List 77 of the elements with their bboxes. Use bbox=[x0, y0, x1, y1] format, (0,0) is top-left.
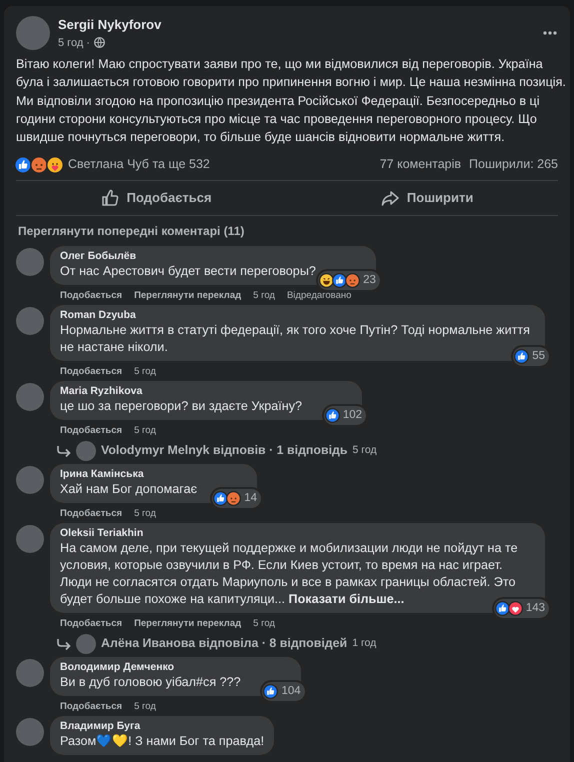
comment-text: На самом деле, при текущей поддержке и мобилизации люди не пойдут на те условия, которые озвучили в РФ. Если Киев устоит, то время на нас играет. Люди не согласятся отдать Мариуполь и все в рамках границы областей. Это будет больше похоже на капитуляци... Показати більше... bbox=[60, 540, 519, 608]
like-reaction-icon bbox=[263, 684, 278, 699]
author-name[interactable]: Sergii Nykyforov bbox=[58, 15, 534, 34]
commenter-avatar[interactable] bbox=[16, 658, 44, 687]
reaction-number: 14 bbox=[244, 490, 257, 506]
like-reaction-icon bbox=[213, 490, 228, 506]
like-link[interactable]: Подобається bbox=[60, 290, 122, 302]
see-translation-link[interactable]: Переглянути переклад bbox=[134, 618, 242, 630]
like-link[interactable]: Подобається bbox=[60, 508, 122, 520]
comment-time[interactable]: 5 год bbox=[134, 700, 156, 713]
commenter-name[interactable]: Roman Dzyuba bbox=[60, 308, 531, 322]
commenter-avatar[interactable] bbox=[16, 248, 44, 276]
commenter-name[interactable]: Олег Бобылёв bbox=[60, 250, 316, 263]
like-button[interactable]: Подобається bbox=[90, 184, 222, 212]
commenter-avatar[interactable] bbox=[16, 382, 44, 411]
comment-time[interactable]: 5 год bbox=[134, 366, 156, 378]
commenter-avatar[interactable] bbox=[16, 718, 44, 746]
hugging-reaction-icon bbox=[46, 156, 64, 174]
like-link[interactable]: Подобається bbox=[60, 700, 122, 713]
like-reaction-icon bbox=[494, 600, 510, 616]
globe-icon bbox=[94, 37, 105, 48]
angry-reaction-icon bbox=[30, 156, 48, 174]
share-button[interactable]: Поширити bbox=[370, 184, 484, 212]
share-arrow-icon bbox=[380, 188, 399, 207]
reactors-link[interactable]: Светлана Чуб та ще 532 bbox=[68, 155, 210, 174]
commenter-name[interactable]: Володимир Демченко bbox=[60, 660, 241, 674]
replies-link[interactable]: Алёна Иванова відповіла · 8 відповідей bbox=[101, 634, 348, 654]
commenter-name[interactable]: Ірина Камінська bbox=[60, 468, 197, 481]
heart-reaction-icon bbox=[508, 600, 523, 616]
avatar[interactable] bbox=[16, 16, 50, 50]
reply-time: 5 год bbox=[352, 442, 377, 458]
comment-text: От нас Арестович будет вести переговоры? bbox=[60, 262, 316, 280]
angry-reaction-icon bbox=[226, 490, 242, 506]
comment-text: Ви в дуб головою уібал#ся ??? bbox=[60, 674, 241, 691]
post-time[interactable]: 5 год · bbox=[58, 34, 90, 51]
like-reaction-icon bbox=[14, 156, 32, 174]
post-text: Вітаю колеги! Маю спростувати заяви про те, що ми відмовилися від переговорів. Україна була і залишається готовою говорити про припинення вогню і мир. Це наша незмінна позиція. Ми відповіли згодою на пропозицію президента Російської Федерації. Безпосередньо в ці години сторони консультуються про місце та час проведення переговорного процесу. Що швидше почнуться переговори, то більше буде шансів відновити нормальне життя. bbox=[15, 56, 567, 146]
reply-arrow-icon bbox=[56, 444, 71, 458]
replies-link[interactable]: Volodymyr Melnyk відповів · 1 відповідь bbox=[101, 441, 348, 460]
edited-label: Відредаговано bbox=[286, 290, 352, 302]
comment-time[interactable]: 5 год bbox=[134, 508, 156, 520]
like-link[interactable]: Подобається bbox=[60, 424, 122, 437]
reply-avatar bbox=[76, 440, 96, 461]
comment-time[interactable]: 5 год bbox=[134, 424, 156, 437]
thumbs-up-icon bbox=[100, 188, 119, 207]
like-reaction-icon bbox=[514, 348, 530, 364]
commenter-avatar[interactable] bbox=[16, 306, 44, 335]
laughing-reaction-icon bbox=[319, 272, 334, 288]
more-options-icon bbox=[542, 30, 558, 36]
reply-arrow-icon bbox=[56, 636, 71, 651]
commenter-avatar[interactable] bbox=[16, 524, 44, 553]
like-link[interactable]: Подобається bbox=[60, 366, 122, 378]
reaction-number: 143 bbox=[526, 600, 545, 616]
commenter-name[interactable]: Maria Ryzhikova bbox=[60, 384, 302, 398]
comments-count[interactable]: 77 коментарів bbox=[380, 155, 462, 174]
comment-text: це шо за переговори? ви здаєте Україну? bbox=[60, 398, 302, 415]
reply-avatar bbox=[76, 634, 96, 654]
reaction-number: 23 bbox=[363, 272, 376, 288]
commenter-name[interactable]: Владимир Буга bbox=[60, 720, 264, 733]
previous-comments-link[interactable]: Переглянути попередні коментарі (11) bbox=[4, 216, 258, 242]
like-link[interactable]: Подобається bbox=[60, 618, 122, 630]
comment-text: Нормальне життя в статуті федерації, як того хоче Путін? Тоді нормальне життя не настане ніколи. bbox=[60, 322, 531, 356]
like-reaction-icon bbox=[332, 272, 348, 288]
reaction-number: 55 bbox=[532, 348, 545, 364]
reply-time: 1 год bbox=[352, 636, 376, 651]
reaction-number: 102 bbox=[342, 408, 362, 423]
comment-text: Разом💙💛! З нами Бог та правда! bbox=[60, 732, 264, 750]
angry-reaction-icon bbox=[345, 272, 360, 288]
commenter-name[interactable]: Oleksii Teriakhin bbox=[60, 526, 531, 540]
reaction-number: 104 bbox=[281, 684, 301, 699]
comment-time[interactable]: 5 год bbox=[253, 618, 275, 630]
shares-count[interactable]: Поширили: 265 bbox=[469, 155, 558, 174]
comment-time[interactable]: 5 год bbox=[253, 290, 275, 302]
see-translation-link[interactable]: Переглянути переклад bbox=[134, 290, 242, 302]
commenter-avatar[interactable] bbox=[16, 466, 44, 494]
like-reaction-icon bbox=[324, 408, 340, 423]
comment-text: Хай нам Бог допомагає bbox=[60, 480, 197, 498]
